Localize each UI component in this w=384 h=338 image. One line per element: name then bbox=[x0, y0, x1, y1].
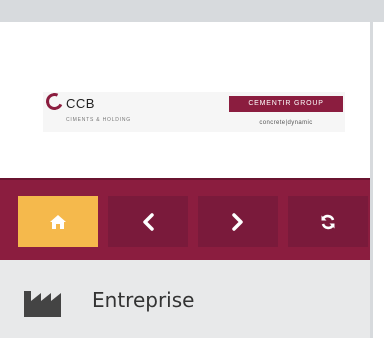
top-status-bar bbox=[0, 0, 384, 22]
factory-icon bbox=[24, 291, 61, 317]
chevron-left-icon bbox=[143, 212, 154, 231]
right-divider bbox=[370, 22, 373, 338]
entreprise-label: Entreprise bbox=[92, 288, 195, 312]
chevron-right-icon bbox=[232, 212, 243, 231]
home-button[interactable] bbox=[18, 196, 98, 247]
ccb-logo-tagline: CIMENTS & HOLDING bbox=[66, 117, 131, 123]
refresh-button[interactable] bbox=[288, 196, 368, 247]
home-icon bbox=[50, 214, 66, 229]
cementir-logo-tagline: concrete|dynamic bbox=[259, 120, 313, 126]
cementir-logo-text: CEMENTIR GROUP bbox=[248, 100, 324, 107]
back-button[interactable] bbox=[108, 196, 188, 247]
refresh-icon bbox=[321, 214, 335, 229]
forward-button[interactable] bbox=[198, 196, 278, 247]
ccb-logo-text: CCB bbox=[66, 96, 95, 111]
